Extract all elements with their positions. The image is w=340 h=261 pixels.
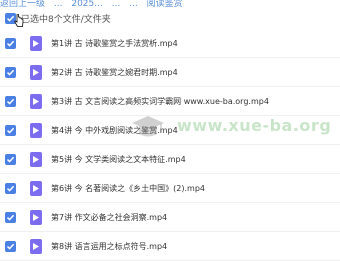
check-icon — [6, 156, 15, 163]
breadcrumb-item[interactable]: ... — [112, 0, 121, 8]
video-file-icon — [30, 180, 42, 196]
file-row[interactable]: 第6讲 今 名著阅读之《乡土中国》(2).mp4 — [0, 174, 340, 203]
file-row[interactable]: 第5讲 今 文学类阅读之文本特征.mp4 — [0, 145, 340, 174]
file-row[interactable]: 第7讲 作文必备之社会洞察.mp4 — [0, 203, 340, 232]
video-file-icon — [30, 151, 42, 167]
file-name[interactable]: 第8讲 语言运用之标点符号.mp4 — [51, 241, 167, 252]
video-file-icon — [30, 35, 42, 51]
file-row[interactable]: 第3讲 古 文言阅读之高频实词学霸网 www.xue-ba.org.mp4 — [0, 87, 340, 116]
check-icon — [6, 98, 15, 105]
file-name[interactable]: 第2讲 古 诗歌鉴赏之婉君时期.mp4 — [51, 67, 178, 78]
breadcrumb-item[interactable]: 返回上一级 — [0, 0, 45, 8]
row-checkbox[interactable] — [5, 124, 16, 136]
check-icon — [6, 127, 15, 134]
row-checkbox[interactable] — [5, 182, 16, 194]
row-checkbox[interactable] — [5, 66, 16, 78]
row-checkbox[interactable] — [5, 153, 16, 165]
file-list: 第1讲 古 诗歌鉴赏之手法赏析.mp4 第2讲 古 诗歌鉴赏之婉君时期.mp4 … — [0, 29, 340, 261]
row-checkbox[interactable] — [5, 95, 16, 107]
row-checkbox[interactable] — [5, 240, 16, 252]
file-name[interactable]: 第7讲 作文必备之社会洞察.mp4 — [51, 212, 167, 223]
file-name[interactable]: 第1讲 古 诗歌鉴赏之手法赏析.mp4 — [51, 38, 178, 49]
check-icon — [6, 40, 15, 47]
row-checkbox[interactable] — [5, 37, 16, 49]
row-checkbox[interactable] — [5, 211, 16, 223]
file-name[interactable]: 第3讲 古 文言阅读之高频实词学霸网 www.xue-ba.org.mp4 — [51, 96, 269, 107]
selection-header: 已选中8个文件/文件夹 — [0, 8, 340, 28]
file-row[interactable]: 第1讲 古 诗歌鉴赏之手法赏析.mp4 — [0, 29, 340, 58]
file-row[interactable]: 第8讲 语言运用之标点符号.mp4 — [0, 232, 340, 261]
breadcrumb-item[interactable]: ... — [54, 0, 63, 8]
file-name[interactable]: 第6讲 今 名著阅读之《乡土中国》(2).mp4 — [51, 183, 205, 194]
video-file-icon — [30, 93, 42, 109]
check-icon — [6, 243, 15, 250]
check-icon — [6, 214, 15, 221]
file-name[interactable]: 第5讲 今 文学类阅读之文本特征.mp4 — [51, 154, 186, 165]
check-icon — [6, 69, 15, 76]
selected-count-label: 已选中8个文件/文件夹 — [21, 14, 111, 25]
check-icon — [6, 185, 15, 192]
breadcrumb-item[interactable]: ... — [129, 0, 138, 8]
video-file-icon — [30, 122, 42, 138]
breadcrumb: 返回上一级 ... 2025... ... ... 阅读鉴赏 — [0, 0, 340, 8]
video-file-icon — [30, 64, 42, 80]
breadcrumb-item[interactable]: 2025... — [71, 0, 103, 8]
file-name[interactable]: 第4讲 今 中外戏剧阅读之鉴赏.mp4 — [51, 125, 178, 136]
breadcrumb-current: 阅读鉴赏 — [146, 0, 183, 8]
hand-cursor-icon — [14, 14, 24, 27]
file-row[interactable]: 第2讲 古 诗歌鉴赏之婉君时期.mp4 — [0, 58, 340, 87]
file-row[interactable]: 第4讲 今 中外戏剧阅读之鉴赏.mp4 — [0, 116, 340, 145]
video-file-icon — [30, 209, 42, 225]
video-file-icon — [30, 238, 42, 254]
